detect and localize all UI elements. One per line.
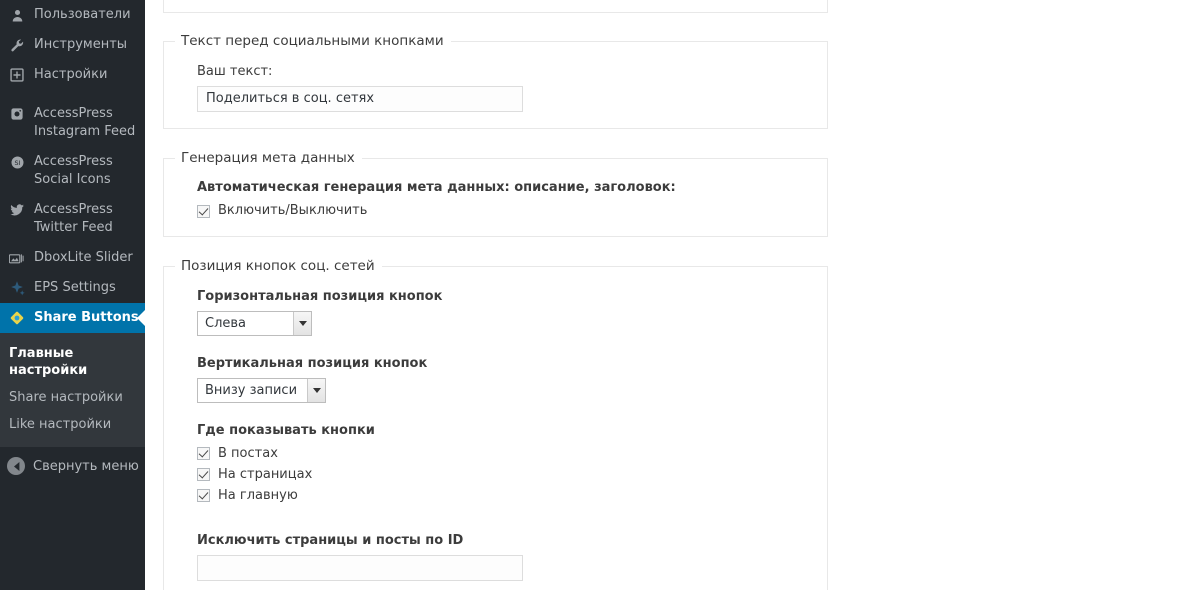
settings-column: Текст перед социальными кнопками Ваш тек… xyxy=(163,0,830,590)
section-text-before-buttons: Текст перед социальными кнопками Ваш тек… xyxy=(163,33,828,129)
checkbox-show-on-home[interactable] xyxy=(197,489,210,502)
field-exclude-ids: Исключить страницы и посты по ID xyxy=(164,533,827,581)
checkbox-enable-meta-label[interactable]: Включить/Выключить xyxy=(218,202,367,220)
admin-screen: Пользователи Инструменты Настройки Acces… xyxy=(0,0,1200,590)
sidebar-item-label: Инструменты xyxy=(34,37,128,52)
sidebar-item-settings[interactable]: Настройки xyxy=(0,60,145,90)
horizontal-position-value: Слева xyxy=(205,315,247,331)
sidebar-item-eps-settings[interactable]: EPS Settings xyxy=(0,273,145,303)
sidebar-item-users[interactable]: Пользователи xyxy=(0,0,145,30)
your-text-input[interactable] xyxy=(197,85,523,112)
svg-text:SI: SI xyxy=(14,159,20,167)
wrench-icon xyxy=(7,36,27,54)
vertical-position-value: Внизу записи xyxy=(205,382,298,398)
field-where-to-show: Где показывать кнопки В постах На страни… xyxy=(164,423,827,505)
submenu-item-share-settings[interactable]: Share настройки xyxy=(0,384,145,411)
diamond-icon xyxy=(7,309,27,327)
instagram-icon xyxy=(7,105,27,123)
sidebar-item-label: AccessPress Instagram Feed xyxy=(34,106,136,139)
section-legend: Позиция кнопок соц. сетей xyxy=(181,258,375,274)
section-meta-generation: Генерация мета данных Автоматическая ген… xyxy=(163,149,828,237)
sidebar-item-label: Share Buttons xyxy=(34,310,139,325)
settings-content: Текст перед социальными кнопками Ваш тек… xyxy=(145,0,1200,590)
horizontal-position-select[interactable]: Слева xyxy=(197,310,312,336)
sidebar-item-accesspress-instagram-feed[interactable]: AccessPress Instagram Feed xyxy=(0,99,145,147)
admin-menu-list: Пользователи Инструменты Настройки Acces… xyxy=(0,0,145,485)
checkbox-show-in-posts[interactable] xyxy=(197,447,210,460)
checkbox-show-on-home-label[interactable]: На главную xyxy=(218,487,298,505)
field-auto-meta: Автоматическая генерация мета данных: оп… xyxy=(164,180,827,220)
field-vertical-position: Вертикальная позиция кнопок Внизу записи xyxy=(164,356,827,403)
checkbox-row-enable-meta[interactable]: Включить/Выключить xyxy=(197,202,827,220)
sidebar-item-share-buttons[interactable]: Share Buttons xyxy=(0,303,145,333)
collapse-arrow-icon xyxy=(7,457,25,475)
sidebar-item-label: Настройки xyxy=(34,67,108,82)
sidebar-item-label: EPS Settings xyxy=(34,280,116,295)
slider-images-icon xyxy=(7,249,27,267)
checkbox-show-in-pages-label[interactable]: На страницах xyxy=(218,466,312,484)
menu-separator xyxy=(0,90,145,99)
checkbox-row-show-on-home[interactable]: На главную xyxy=(197,487,827,505)
field-horizontal-position: Горизонтальная позиция кнопок Слева xyxy=(164,289,827,336)
sidebar-item-accesspress-social-icons[interactable]: SI AccessPress Social Icons xyxy=(0,147,145,195)
twitter-icon xyxy=(7,201,27,219)
chevron-down-icon[interactable] xyxy=(293,311,311,335)
previous-section-partial xyxy=(163,0,828,13)
where-to-show-label: Где показывать кнопки xyxy=(197,422,375,438)
checkbox-row-show-in-posts[interactable]: В постах xyxy=(197,445,827,463)
social-icons-icon: SI xyxy=(7,153,27,171)
exclude-ids-input[interactable] xyxy=(197,554,523,581)
current-menu-arrow-icon xyxy=(137,310,145,326)
sidebar-item-label: AccessPress Twitter Feed xyxy=(34,202,113,235)
checkbox-row-show-in-pages[interactable]: На страницах xyxy=(197,466,827,484)
admin-submenu-share-buttons: Главные настройки Share настройки Like н… xyxy=(0,333,145,447)
users-icon xyxy=(7,6,27,24)
section-legend: Генерация мета данных xyxy=(181,149,355,166)
sidebar-item-label: DboxLite Slider xyxy=(34,250,133,265)
collapse-menu-label: Свернуть меню xyxy=(33,458,139,474)
sidebar-item-accesspress-twitter-feed[interactable]: AccessPress Twitter Feed xyxy=(0,195,145,243)
admin-sidebar: Пользователи Инструменты Настройки Acces… xyxy=(0,0,145,590)
sidebar-item-label: AccessPress Social Icons xyxy=(34,154,113,187)
sidebar-item-label: Пользователи xyxy=(34,7,131,22)
checkbox-show-in-posts-label[interactable]: В постах xyxy=(218,445,278,463)
vertical-position-select[interactable]: Внизу записи xyxy=(197,377,327,403)
your-text-label: Ваш текст: xyxy=(197,63,273,79)
settings-icon xyxy=(7,66,27,84)
field-your-text: Ваш текст: xyxy=(164,64,827,112)
section-buttons-position: Позиция кнопок соц. сетей Горизонтальная… xyxy=(163,258,828,590)
checkbox-enable-meta[interactable] xyxy=(197,204,210,218)
where-to-show-checkbox-group: В постах На страницах На главную xyxy=(197,445,827,505)
checkbox-show-in-pages[interactable] xyxy=(197,468,210,481)
sparkle-icon xyxy=(7,279,27,297)
vertical-position-label: Вертикальная позиция кнопок xyxy=(197,355,428,371)
auto-meta-label: Автоматическая генерация мета данных: оп… xyxy=(197,180,676,195)
submenu-item-like-settings[interactable]: Like настройки xyxy=(0,411,145,438)
chevron-down-icon[interactable] xyxy=(307,378,326,402)
exclude-ids-label: Исключить страницы и посты по ID xyxy=(197,532,464,548)
sidebar-item-tools[interactable]: Инструменты xyxy=(0,30,145,60)
collapse-menu-button[interactable]: Свернуть меню xyxy=(0,447,145,485)
submenu-item-main-settings[interactable]: Главные настройки xyxy=(0,340,145,384)
sidebar-item-dboxlite-slider[interactable]: DboxLite Slider xyxy=(0,243,145,273)
horizontal-position-label: Горизонтальная позиция кнопок xyxy=(197,288,443,304)
section-legend: Текст перед социальными кнопками xyxy=(181,33,444,49)
